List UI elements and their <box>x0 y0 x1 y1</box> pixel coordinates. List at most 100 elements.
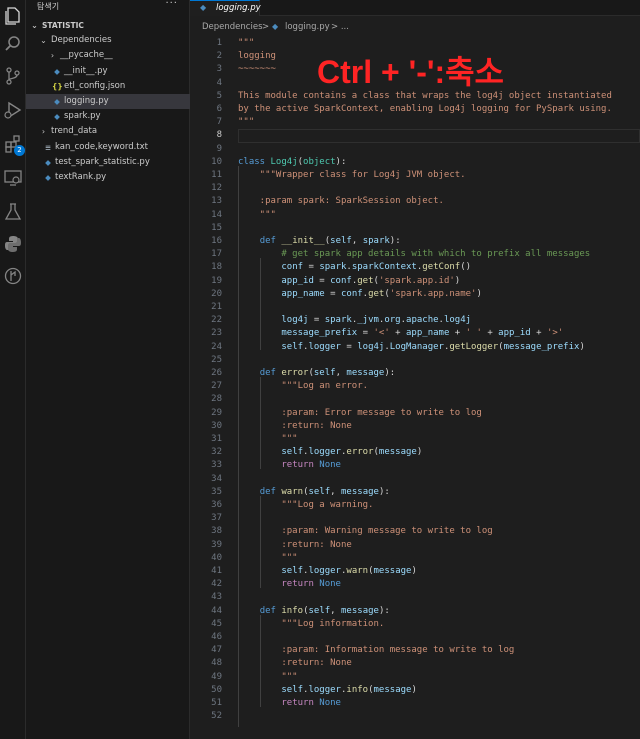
tree-item[interactable]: ◆ spark.py <box>26 109 190 124</box>
code-line[interactable]: 52 <box>190 710 640 723</box>
code-line[interactable]: 39 :return: None <box>190 539 640 552</box>
code-line[interactable]: 20 app_name = conf.get('spark.app.name') <box>190 288 640 301</box>
code-line[interactable]: 42 return None <box>190 578 640 591</box>
code-line[interactable]: 30 :return: None <box>190 420 640 433</box>
tree-item[interactable]: ◆ __init__.py <box>26 64 190 79</box>
code-line[interactable]: 19 app_id = conf.get('spark.app.id') <box>190 275 640 288</box>
remote-explorer-icon[interactable] <box>3 168 23 188</box>
code-line[interactable]: 16 def __init__(self, spark): <box>190 235 640 248</box>
code-line[interactable]: 9 <box>190 143 640 156</box>
code-line[interactable]: 51 return None <box>190 697 640 710</box>
code-line[interactable]: 31 """ <box>190 433 640 446</box>
source-control-icon[interactable] <box>3 66 23 86</box>
code-text: """ <box>238 552 298 563</box>
code-line[interactable]: 25 <box>190 354 640 367</box>
tree-item[interactable]: ◆ test_spark_statistic.py <box>26 155 190 170</box>
extensions-icon[interactable]: 2 <box>3 134 25 156</box>
tree-item[interactable]: › trend_data <box>26 124 190 139</box>
line-number: 3 <box>216 64 222 75</box>
code-line[interactable]: 28 <box>190 393 640 406</box>
testing-icon[interactable] <box>3 202 23 222</box>
line-number: 37 <box>211 513 222 524</box>
chevron-right-icon[interactable]: › <box>39 124 48 139</box>
line-number: 8 <box>216 130 222 141</box>
git-graph-icon[interactable] <box>3 266 23 286</box>
code-line[interactable]: 38 :param: Warning message to write to l… <box>190 525 640 538</box>
code-line[interactable]: 41 self.logger.warn(message) <box>190 565 640 578</box>
code-line[interactable]: 32 self.logger.error(message) <box>190 446 640 459</box>
code-line[interactable]: 21 <box>190 301 640 314</box>
code-line[interactable]: 35 def warn(self, message): <box>190 486 640 499</box>
tree-item[interactable]: ◆ logging.py <box>26 94 190 109</box>
code-line[interactable]: 15 <box>190 222 640 235</box>
breadcrumb-folder[interactable]: Dependencies <box>202 22 263 32</box>
code-text: """ <box>238 38 255 48</box>
line-number: 19 <box>211 275 222 286</box>
code-text: """ <box>238 434 298 444</box>
code-line[interactable]: 23 message_prefix = '<' + app_name + ' '… <box>190 327 640 340</box>
code-line[interactable]: 6 by the active SparkContext, enabling Lo… <box>190 103 640 116</box>
tab-logging-py[interactable]: ◆ logging.py <box>190 0 261 16</box>
code-line[interactable]: 10 class Log4j(object): <box>190 156 640 169</box>
code-line[interactable]: 40 """ <box>190 552 640 565</box>
code-line[interactable]: 33 return None <box>190 459 640 472</box>
code-text: return None <box>281 579 341 590</box>
tree-item[interactable]: ⌄ STATISTIC <box>26 18 190 33</box>
code-text: :param spark: SparkSession object. <box>238 196 444 207</box>
chevron-right-icon[interactable]: › <box>48 48 57 63</box>
code-line[interactable]: 17 # get spark app details with which to… <box>190 248 640 261</box>
tree-item-label: kan_code,keyword.txt <box>55 141 148 152</box>
code-line[interactable]: 37 <box>190 512 640 525</box>
tree-item[interactable]: ⌄ Dependencies <box>26 33 190 48</box>
code-line[interactable]: 18 conf = spark.sparkContext.getConf() <box>190 261 640 274</box>
code-line[interactable]: 7 """ <box>190 116 640 129</box>
breadcrumb-separator: > <box>262 22 270 32</box>
code-text: :return: None <box>238 539 352 550</box>
code-line[interactable]: 27 """Log an error. <box>190 380 640 393</box>
code-line[interactable]: 14 """ <box>190 209 640 222</box>
code-line[interactable]: 12 <box>190 182 640 195</box>
line-number: 51 <box>211 698 222 708</box>
code-line[interactable]: 43 <box>190 591 640 604</box>
code-line[interactable]: 13 :param spark: SparkSession object. <box>190 195 640 208</box>
run-debug-icon[interactable] <box>3 100 23 120</box>
code-text: self.logger.info(message) <box>281 684 417 695</box>
code-text: return None <box>281 460 341 471</box>
tree-item[interactable]: › __pycache__ <box>26 48 190 63</box>
breadcrumb-more[interactable]: > ... <box>331 22 349 32</box>
code-line[interactable]: 45 """Log information. <box>190 618 640 631</box>
code-line[interactable]: 8 <box>190 129 640 143</box>
code-text: """Log an error. <box>238 381 369 392</box>
line-number: 49 <box>211 671 222 682</box>
chevron-down-icon[interactable]: ⌄ <box>30 18 39 33</box>
tree-item[interactable]: {} etl_config.json <box>26 79 190 94</box>
code-line[interactable]: 47 :param: Information message to write … <box>190 644 640 657</box>
search-icon[interactable] <box>3 34 23 54</box>
code-line[interactable]: 46 <box>190 631 640 644</box>
python-icon[interactable] <box>3 234 23 254</box>
more-actions-icon[interactable]: ··· <box>165 0 178 9</box>
code-line[interactable]: 34 <box>190 473 640 486</box>
code-line[interactable]: 49 """ <box>190 671 640 684</box>
tree-item[interactable]: ≡ kan_code,keyword.txt <box>26 140 190 155</box>
extensions-badge: 2 <box>14 145 25 156</box>
line-number: 5 <box>216 90 222 101</box>
code-line[interactable]: 29 :param: Error message to write to log <box>190 407 640 420</box>
code-line[interactable]: 44 def info(self, message): <box>190 605 640 618</box>
code-line[interactable]: 36 """Log a warning. <box>190 499 640 512</box>
code-line[interactable]: 26 def error(self, message): <box>190 367 640 380</box>
code-line[interactable]: 48 :return: None <box>190 657 640 670</box>
breadcrumb-file[interactable]: logging.py <box>285 22 330 32</box>
code-text: app_name = conf.get('spark.app.name') <box>281 288 482 299</box>
code-line[interactable]: 22 log4j = spark._jvm.org.apache.log4j <box>190 314 640 327</box>
line-number: 52 <box>211 711 222 722</box>
code-text: :return: None <box>238 658 352 669</box>
code-line[interactable]: 24 self.logger = log4j.LogManager.getLog… <box>190 341 640 354</box>
code-line[interactable]: 11 """Wrapper class for Log4j JVM object… <box>190 169 640 182</box>
code-line[interactable]: 50 self.logger.info(message) <box>190 684 640 697</box>
explorer-icon[interactable] <box>3 6 23 26</box>
python-file-icon: ◆ <box>200 3 207 12</box>
chevron-down-icon[interactable]: ⌄ <box>39 33 48 48</box>
tree-item[interactable]: ◆ textRank.py <box>26 170 190 185</box>
code-editor[interactable]: 1 """ 2 logging 3 ~~~~~~~ 4 5 This module contai… <box>190 37 640 739</box>
